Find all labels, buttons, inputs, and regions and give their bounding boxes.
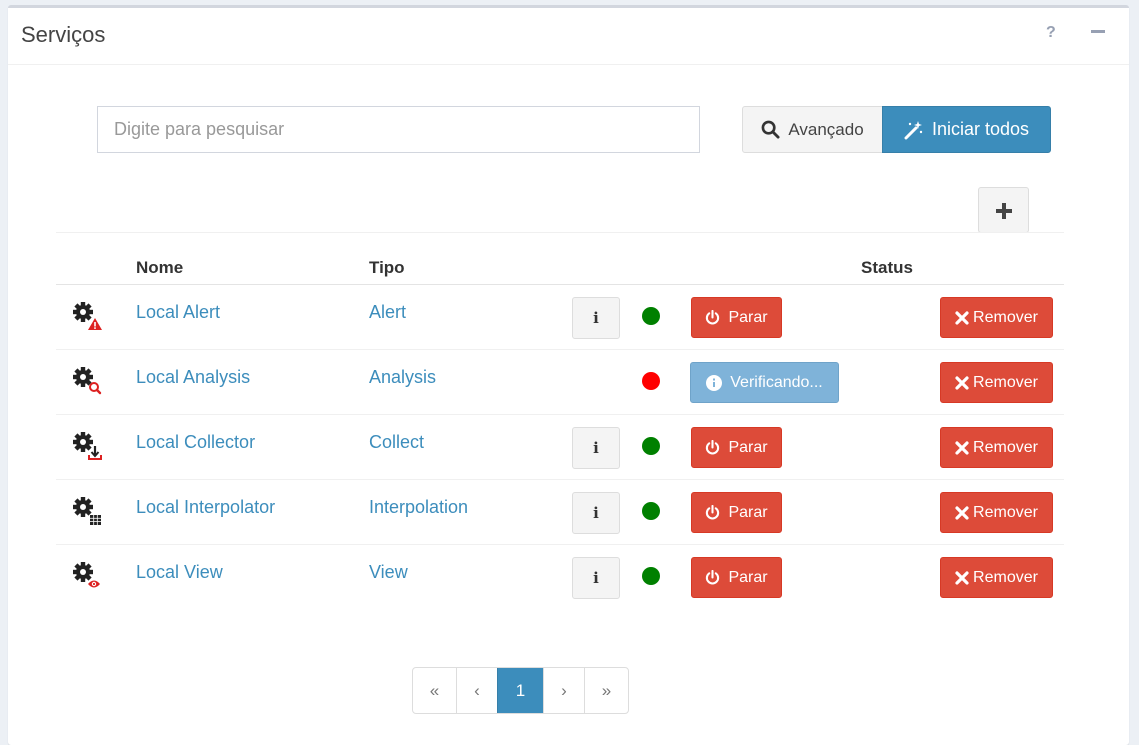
status-indicator — [642, 307, 660, 325]
service-type-link[interactable]: Alert — [369, 302, 406, 323]
service-type-link[interactable]: View — [369, 562, 408, 583]
times-icon — [955, 375, 969, 390]
status-indicator — [642, 372, 660, 390]
advanced-search-button[interactable]: Avançado — [742, 106, 883, 153]
minimize-icon[interactable] — [1091, 24, 1105, 43]
page-last-button[interactable]: » — [584, 668, 628, 713]
stop-button[interactable]: Parar — [691, 557, 782, 598]
times-icon — [955, 570, 969, 585]
gear-grid-icon — [72, 496, 104, 526]
remove-button[interactable]: Remover — [940, 297, 1053, 338]
gear-download-icon — [72, 431, 104, 461]
table-header: Nome Tipo Status — [56, 233, 1064, 285]
info-button[interactable]: i — [572, 557, 620, 599]
service-name-link[interactable]: Local Analysis — [136, 367, 250, 388]
service-name-link[interactable]: Local Collector — [136, 432, 255, 453]
remove-label: Remover — [973, 373, 1038, 391]
status-indicator — [642, 437, 660, 455]
power-icon — [705, 505, 720, 520]
status-indicator — [642, 502, 660, 520]
table-row: Local View View i Parar Remover — [56, 545, 1064, 610]
info-button[interactable]: i — [572, 492, 620, 534]
remove-button[interactable]: Remover — [940, 427, 1053, 468]
info-button[interactable]: i — [572, 427, 620, 469]
service-type-link[interactable]: Collect — [369, 432, 424, 453]
advanced-search-label: Avançado — [788, 119, 864, 139]
plus-icon — [995, 195, 1012, 226]
stop-button[interactable]: Parar — [691, 297, 782, 338]
remove-button[interactable]: Remover — [940, 362, 1053, 403]
search-input[interactable] — [97, 106, 700, 153]
panel-header: Serviços ? — [8, 8, 1129, 65]
start-all-label: Iniciar todos — [931, 119, 1030, 139]
service-name-link[interactable]: Local View — [136, 562, 223, 583]
power-icon — [705, 440, 720, 455]
times-icon — [955, 310, 969, 325]
service-type-link[interactable]: Interpolation — [369, 497, 468, 518]
service-name-link[interactable]: Local Alert — [136, 302, 220, 323]
remove-label: Remover — [973, 503, 1038, 521]
gear-alert-icon — [72, 301, 104, 331]
pagination: « ‹ 1 › » — [412, 667, 629, 714]
stop-label: Parar — [728, 308, 768, 326]
checking-button: Verificando... — [690, 362, 839, 403]
help-icon[interactable]: ? — [1046, 24, 1056, 42]
search-icon — [761, 120, 780, 139]
power-icon — [705, 310, 720, 325]
gear-search-icon — [72, 366, 104, 396]
remove-button[interactable]: Remover — [940, 492, 1053, 533]
services-table: Nome Tipo Status Local Alert Alert i Par… — [56, 232, 1064, 610]
table-row: Local Analysis Analysis Verificando... R… — [56, 350, 1064, 415]
page-prev-button[interactable]: ‹ — [456, 668, 497, 713]
table-row: Local Interpolator Interpolation i Parar… — [56, 480, 1064, 545]
times-icon — [955, 440, 969, 455]
page-next-button[interactable]: › — [543, 668, 584, 713]
magic-wand-icon — [904, 120, 924, 140]
page-current-button[interactable]: 1 — [497, 668, 543, 713]
info-button[interactable]: i — [572, 297, 620, 339]
remove-label: Remover — [973, 308, 1038, 326]
stop-label: Parar — [728, 503, 768, 521]
stop-label: Parar — [728, 438, 768, 456]
power-icon — [705, 570, 720, 585]
remove-button[interactable]: Remover — [940, 557, 1053, 598]
column-header-name: Nome — [136, 258, 184, 277]
status-indicator — [642, 567, 660, 585]
column-header-type: Tipo — [369, 258, 405, 277]
table-row: Local Alert Alert i Parar Remover — [56, 285, 1064, 350]
info-circle-icon — [706, 374, 723, 391]
page-first-button[interactable]: « — [413, 668, 456, 713]
times-icon — [955, 505, 969, 520]
service-type-link[interactable]: Analysis — [369, 367, 436, 388]
page-title: Serviços — [21, 22, 106, 47]
stop-button[interactable]: Parar — [691, 492, 782, 533]
remove-label: Remover — [973, 438, 1038, 456]
stop-label: Parar — [728, 568, 768, 586]
gear-eye-icon — [72, 561, 104, 591]
stop-button[interactable]: Parar — [691, 427, 782, 468]
column-header-status: Status — [861, 258, 913, 277]
checking-label: Verificando... — [730, 373, 823, 391]
service-name-link[interactable]: Local Interpolator — [136, 497, 275, 518]
remove-label: Remover — [973, 568, 1038, 586]
add-service-button[interactable] — [978, 187, 1029, 233]
table-row: Local Collector Collect i Parar Remover — [56, 415, 1064, 480]
start-all-button[interactable]: Iniciar todos — [882, 106, 1051, 153]
